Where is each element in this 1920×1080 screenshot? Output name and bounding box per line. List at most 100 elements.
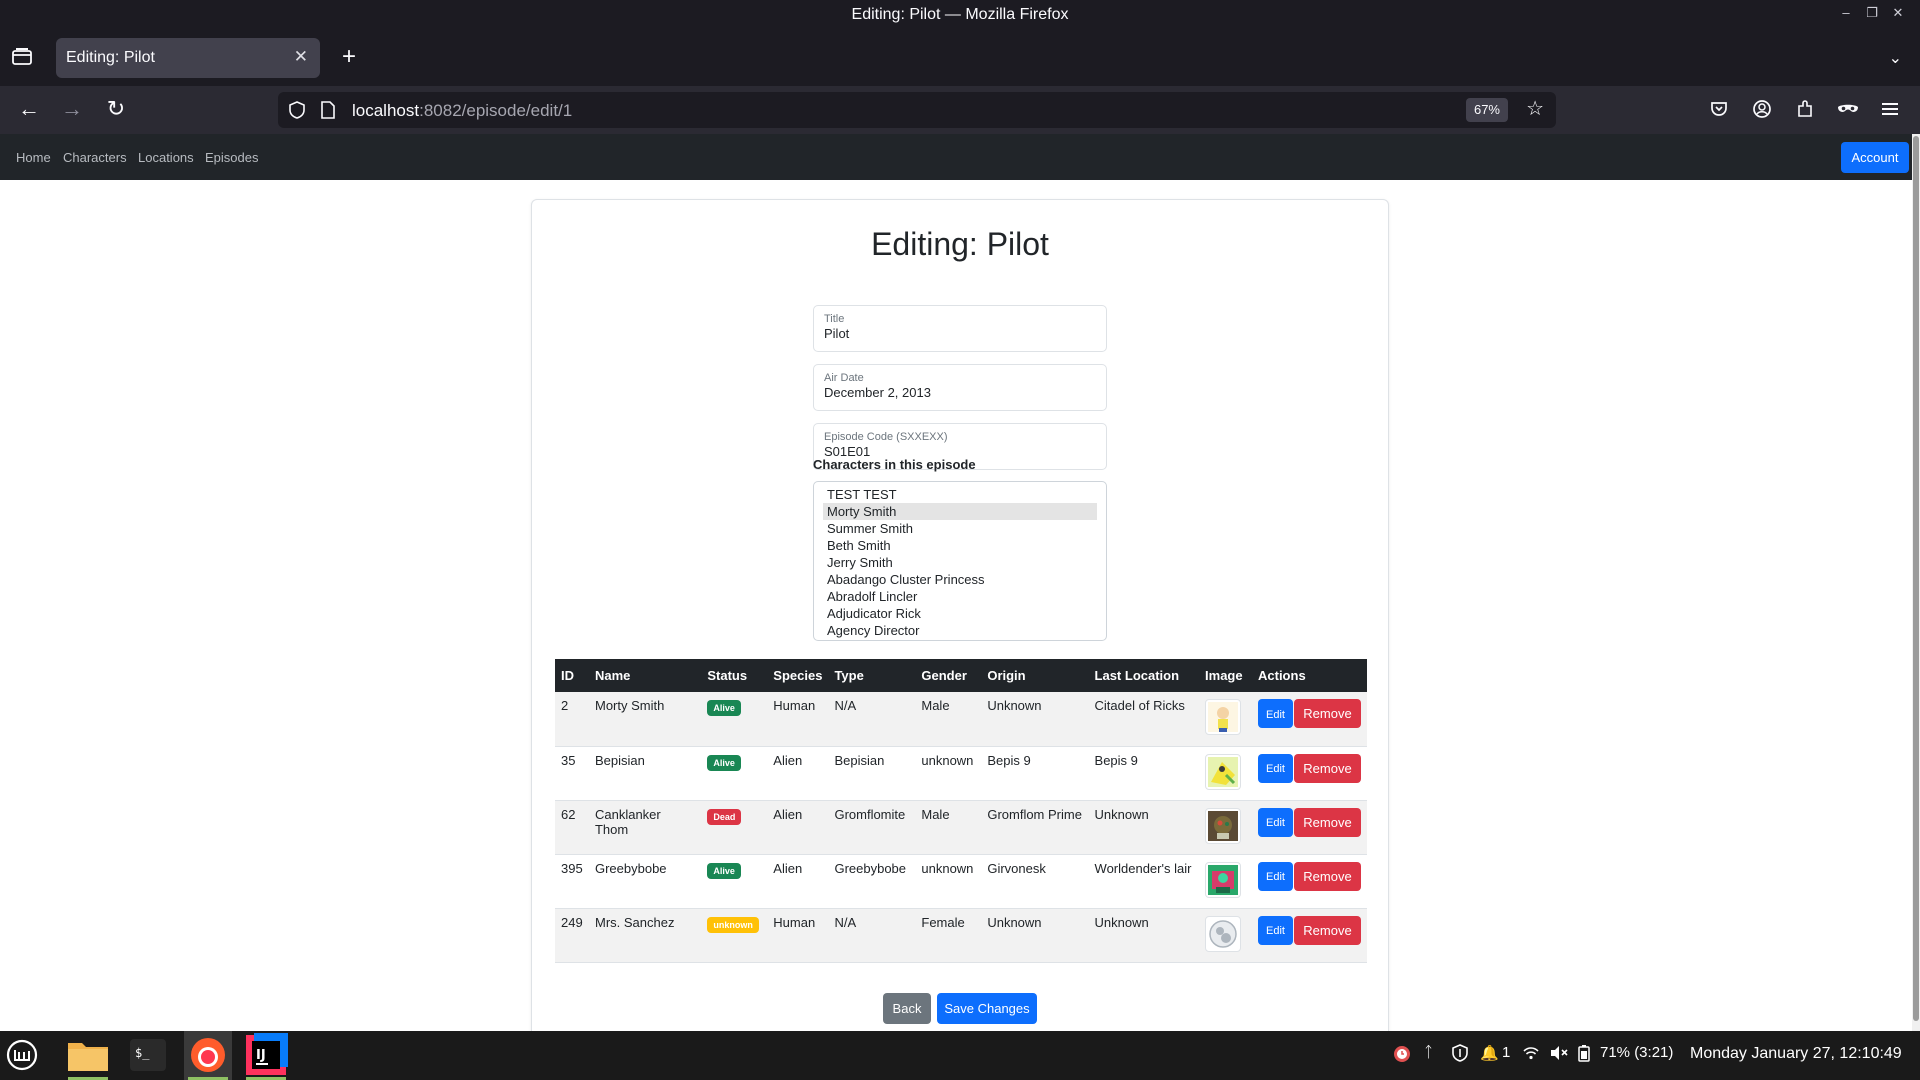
chevron-down-icon[interactable]: ⌄ xyxy=(1889,48,1902,68)
title-input[interactable] xyxy=(824,326,1094,341)
forward-arrow-icon[interactable]: → xyxy=(59,98,85,122)
character-option[interactable]: TEST TEST xyxy=(823,486,1097,503)
edit-character-button[interactable]: Edit xyxy=(1258,753,1293,783)
character-option[interactable]: Summer Smith xyxy=(823,520,1097,537)
pocket-icon[interactable] xyxy=(1708,98,1732,122)
character-option[interactable]: Abadango Cluster Princess xyxy=(823,571,1097,588)
save-changes-button[interactable]: Save Changes xyxy=(937,993,1037,1024)
remove-character-button[interactable]: Remove xyxy=(1294,807,1361,837)
account-icon[interactable] xyxy=(1751,98,1775,122)
private-mask-icon[interactable] xyxy=(1836,98,1860,122)
browser-toolbar: ← → ↻ localhost:8082/episode/edit/1 67% … xyxy=(0,86,1920,134)
os-taskbar: $_ IJ ᛏ 🔔 1 71% (3:21) Monday January 27… xyxy=(0,1031,1920,1080)
character-option[interactable]: Beth Smith xyxy=(823,537,1097,554)
edit-character-button[interactable]: Edit xyxy=(1258,699,1293,728)
clock[interactable]: Monday January 27, 12:10:49 xyxy=(1690,1045,1902,1063)
cell-name: Morty Smith xyxy=(594,698,665,713)
nav-characters-link[interactable]: Characters xyxy=(63,150,127,165)
cell-gender: Male xyxy=(921,806,950,822)
reload-icon[interactable]: ↻ xyxy=(103,98,129,122)
cell-image xyxy=(1199,854,1252,908)
character-option[interactable]: Jerry Smith xyxy=(823,554,1097,571)
nav-episodes-link[interactable]: Episodes xyxy=(205,150,258,165)
restore-icon[interactable]: ❐ xyxy=(1862,5,1882,21)
title-field[interactable]: Title xyxy=(813,305,1107,352)
new-tab-icon[interactable]: + xyxy=(336,44,362,70)
cell-name: Greebybobe xyxy=(594,860,667,876)
col-type: Type xyxy=(834,668,864,683)
cell-status: Alive xyxy=(701,692,767,746)
hamburger-menu-icon[interactable] xyxy=(1880,98,1904,122)
remove-character-button[interactable]: Remove xyxy=(1294,753,1361,783)
table-row: 249 Mrs. Sanchez unknown Human N/A Female Unkn… xyxy=(555,908,1367,962)
cell-status: unknown xyxy=(701,908,767,962)
status-badge: Alive xyxy=(707,862,741,879)
firefox-view-icon[interactable] xyxy=(10,46,36,70)
cell-status: Alive xyxy=(701,854,767,908)
cell-id: 249 xyxy=(561,914,583,930)
cell-type: N/A xyxy=(834,698,857,713)
close-tab-icon[interactable]: ✕ xyxy=(294,47,308,67)
edit-episode-card: Editing: Pilot Title Air Date Episode Co… xyxy=(531,199,1389,1031)
account-button[interactable]: Account xyxy=(1841,142,1909,173)
cell-actions: Edit Remove xyxy=(1252,746,1367,800)
col-origin: Origin xyxy=(987,668,1026,683)
character-avatar xyxy=(1205,699,1242,735)
row-actions: Edit Remove xyxy=(1258,915,1361,945)
character-option[interactable]: Agency Director xyxy=(823,622,1097,639)
air-date-input[interactable] xyxy=(824,385,1094,400)
close-window-icon[interactable]: ✕ xyxy=(1888,5,1908,21)
address-bar[interactable]: localhost:8082/episode/edit/1 67% ☆ xyxy=(278,92,1556,128)
edit-character-button[interactable]: Edit xyxy=(1258,915,1293,945)
bookmark-star-icon[interactable]: ☆ xyxy=(1526,99,1544,119)
edit-character-button[interactable]: Edit xyxy=(1258,807,1293,837)
timeshift-icon[interactable] xyxy=(1392,1044,1412,1068)
tab-editing-pilot[interactable]: Editing: Pilot ✕ xyxy=(56,38,320,78)
intellij-icon[interactable]: IJ xyxy=(242,1031,290,1080)
tab-bar: Editing: Pilot ✕ + ⌄ xyxy=(0,30,1920,86)
minimize-icon[interactable]: – xyxy=(1836,5,1856,20)
battery-icon[interactable] xyxy=(1578,1044,1590,1066)
status-badge: Alive xyxy=(707,700,741,716)
files-folder-icon[interactable] xyxy=(64,1031,112,1080)
shield-icon[interactable] xyxy=(288,100,306,125)
col-status: Status xyxy=(707,668,748,683)
character-option[interactable]: Morty Smith xyxy=(823,503,1097,520)
edit-character-button[interactable]: Edit xyxy=(1258,861,1293,891)
air-date-field[interactable]: Air Date xyxy=(813,364,1107,411)
zoom-indicator[interactable]: 67% xyxy=(1465,98,1508,122)
wifi-icon[interactable] xyxy=(1522,1044,1540,1066)
remove-character-button[interactable]: Remove xyxy=(1294,699,1361,728)
cell-last-location: Bepis 9 xyxy=(1094,752,1138,768)
shield-tray-icon[interactable] xyxy=(1452,1044,1468,1066)
extensions-icon[interactable] xyxy=(1794,98,1818,122)
cell-id: 35 xyxy=(561,752,576,768)
scrollbar-thumb[interactable] xyxy=(1913,136,1919,1021)
cell-name: Bepisian xyxy=(594,752,645,768)
cell-id: 62 xyxy=(561,806,576,822)
cell-origin: Unknown xyxy=(987,914,1042,930)
character-option[interactable]: Adjudicator Rick xyxy=(823,605,1097,622)
remove-character-button[interactable]: Remove xyxy=(1294,915,1361,945)
cell-actions: Edit Remove xyxy=(1252,908,1367,962)
page-icon[interactable] xyxy=(320,100,336,125)
characters-multiselect[interactable]: TEST TEST Morty Smith Summer Smith Beth Smi… xyxy=(813,481,1107,641)
air-date-field-label: Air Date xyxy=(824,372,864,384)
nav-locations-link[interactable]: Locations xyxy=(138,150,194,165)
cell-last-location: Worldender's lair xyxy=(1094,860,1192,876)
col-image: Image xyxy=(1205,668,1243,683)
page-scrollbar[interactable] xyxy=(1912,134,1920,1031)
terminal-icon[interactable]: $_ xyxy=(124,1031,172,1080)
back-arrow-icon[interactable]: ← xyxy=(16,98,42,122)
url-text[interactable]: localhost:8082/episode/edit/1 xyxy=(352,101,572,121)
volume-muted-icon[interactable] xyxy=(1549,1044,1569,1066)
firefox-taskbar-icon[interactable] xyxy=(184,1031,232,1080)
bluetooth-icon[interactable]: ᛏ xyxy=(1424,1044,1433,1061)
mint-menu-icon[interactable] xyxy=(0,1031,48,1080)
remove-character-button[interactable]: Remove xyxy=(1294,861,1361,891)
table-header-row: ID Name Status Species Type Gender Origi… xyxy=(555,659,1367,692)
notifications-icon[interactable]: 🔔 xyxy=(1480,1044,1499,1062)
nav-home-link[interactable]: Home xyxy=(16,150,51,165)
back-button[interactable]: Back xyxy=(883,993,931,1024)
character-option[interactable]: Abradolf Lincler xyxy=(823,588,1097,605)
